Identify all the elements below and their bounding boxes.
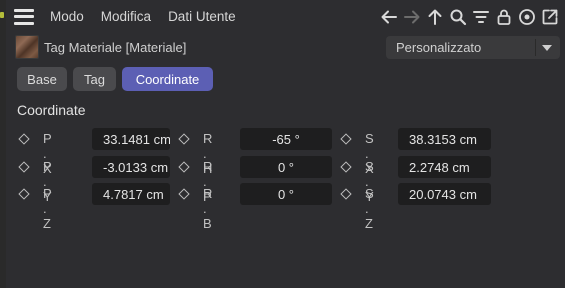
keyframe-diamond-icon[interactable] <box>18 161 30 173</box>
mode-dropdown-value: Personalizzato <box>396 40 482 55</box>
field-label: R . B <box>203 186 219 231</box>
target-icon[interactable] <box>515 6 538 28</box>
menu-modifica[interactable]: Modifica <box>101 9 151 24</box>
dropdown-separator <box>535 39 536 56</box>
chevron-down-icon <box>542 45 552 51</box>
keyframe-diamond-icon[interactable] <box>18 188 30 200</box>
section-title: Coordinate <box>17 102 86 118</box>
arrow-up-icon[interactable] <box>423 6 446 28</box>
menu-dati-utente[interactable]: Dati Utente <box>168 9 236 24</box>
field-label: S . Z <box>365 186 380 231</box>
sz-input[interactable]: 20.0743 cm <box>398 183 491 205</box>
filter-icon[interactable] <box>469 6 492 28</box>
keyframe-diamond-icon[interactable] <box>178 133 190 145</box>
rp-input[interactable]: 0 ° <box>240 156 332 178</box>
keyframe-diamond-icon[interactable] <box>340 161 352 173</box>
open-external-icon[interactable] <box>538 6 561 28</box>
edge-marker <box>0 12 4 18</box>
menu-bar: Modo Modifica Dati Utente <box>6 0 565 33</box>
rb-input[interactable]: 0 ° <box>240 183 332 205</box>
menu-modo[interactable]: Modo <box>50 9 84 24</box>
keyframe-diamond-icon[interactable] <box>178 161 190 173</box>
field-label: P . Z <box>43 186 58 231</box>
px-input[interactable]: 33.1481 cm <box>92 128 170 150</box>
keyframe-diamond-icon[interactable] <box>178 188 190 200</box>
rh-input[interactable]: -65 ° <box>240 128 332 150</box>
keyframe-diamond-icon[interactable] <box>18 133 30 145</box>
arrow-left-icon[interactable] <box>377 6 400 28</box>
keyframe-diamond-icon[interactable] <box>340 188 352 200</box>
tab-tag[interactable]: Tag <box>73 67 116 91</box>
toolbar <box>377 6 561 28</box>
tab-bar: Base Tag Coordinate <box>17 67 219 91</box>
keyframe-diamond-icon[interactable] <box>340 133 352 145</box>
sy-input[interactable]: 2.2748 cm <box>398 156 491 178</box>
search-icon[interactable] <box>446 6 469 28</box>
py-input[interactable]: -3.0133 cm <box>92 156 170 178</box>
object-name: Tag Materiale [Materiale] <box>44 39 187 55</box>
hamburger-menu-icon[interactable] <box>14 8 34 25</box>
lock-icon[interactable] <box>492 6 515 28</box>
mode-dropdown[interactable]: Personalizzato <box>386 36 560 59</box>
pz-input[interactable]: 4.7817 cm <box>92 183 170 205</box>
material-thumbnail <box>15 35 39 59</box>
sx-input[interactable]: 38.3153 cm <box>398 128 491 150</box>
arrow-right-icon[interactable] <box>400 6 423 28</box>
object-header: Tag Materiale [Materiale] Personalizzato <box>6 33 565 61</box>
tab-base[interactable]: Base <box>17 67 67 91</box>
tab-coordinate[interactable]: Coordinate <box>122 67 213 91</box>
